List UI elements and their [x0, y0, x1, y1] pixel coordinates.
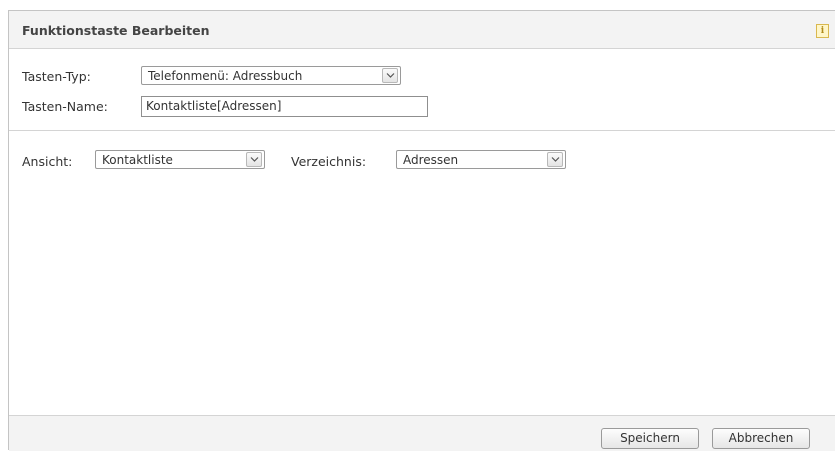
save-button[interactable]: Speichern [601, 428, 699, 449]
key-name-label: Tasten-Name: [22, 99, 108, 114]
dialog-footer: Speichern Abbrechen [9, 415, 835, 451]
cancel-button[interactable]: Abbrechen [712, 428, 810, 449]
section-divider [9, 130, 835, 131]
info-icon[interactable]: i [816, 24, 829, 38]
ansicht-select[interactable]: Kontaktliste [95, 150, 265, 169]
key-type-label: Tasten-Typ: [22, 69, 91, 84]
ansicht-selected-value: Kontaktliste [102, 153, 173, 167]
ansicht-label: Ansicht: [22, 154, 73, 169]
key-name-field[interactable] [141, 96, 428, 117]
dialog-title: Funktionstaste Bearbeiten [22, 23, 210, 38]
key-name-input[interactable] [146, 99, 421, 113]
chevron-down-icon[interactable] [246, 152, 262, 167]
edit-function-key-dialog: Funktionstaste Bearbeiten i Tasten-Typ: … [8, 10, 835, 451]
chevron-down-icon[interactable] [547, 152, 563, 167]
key-type-selected-value: Telefonmenü: Adressbuch [148, 69, 303, 83]
verzeichnis-select[interactable]: Adressen [396, 150, 566, 169]
chevron-down-icon[interactable] [382, 68, 398, 83]
dialog-titlebar: Funktionstaste Bearbeiten i [9, 11, 835, 49]
verzeichnis-label: Verzeichnis: [291, 154, 367, 169]
verzeichnis-selected-value: Adressen [403, 153, 459, 167]
key-type-select[interactable]: Telefonmenü: Adressbuch [141, 66, 401, 85]
